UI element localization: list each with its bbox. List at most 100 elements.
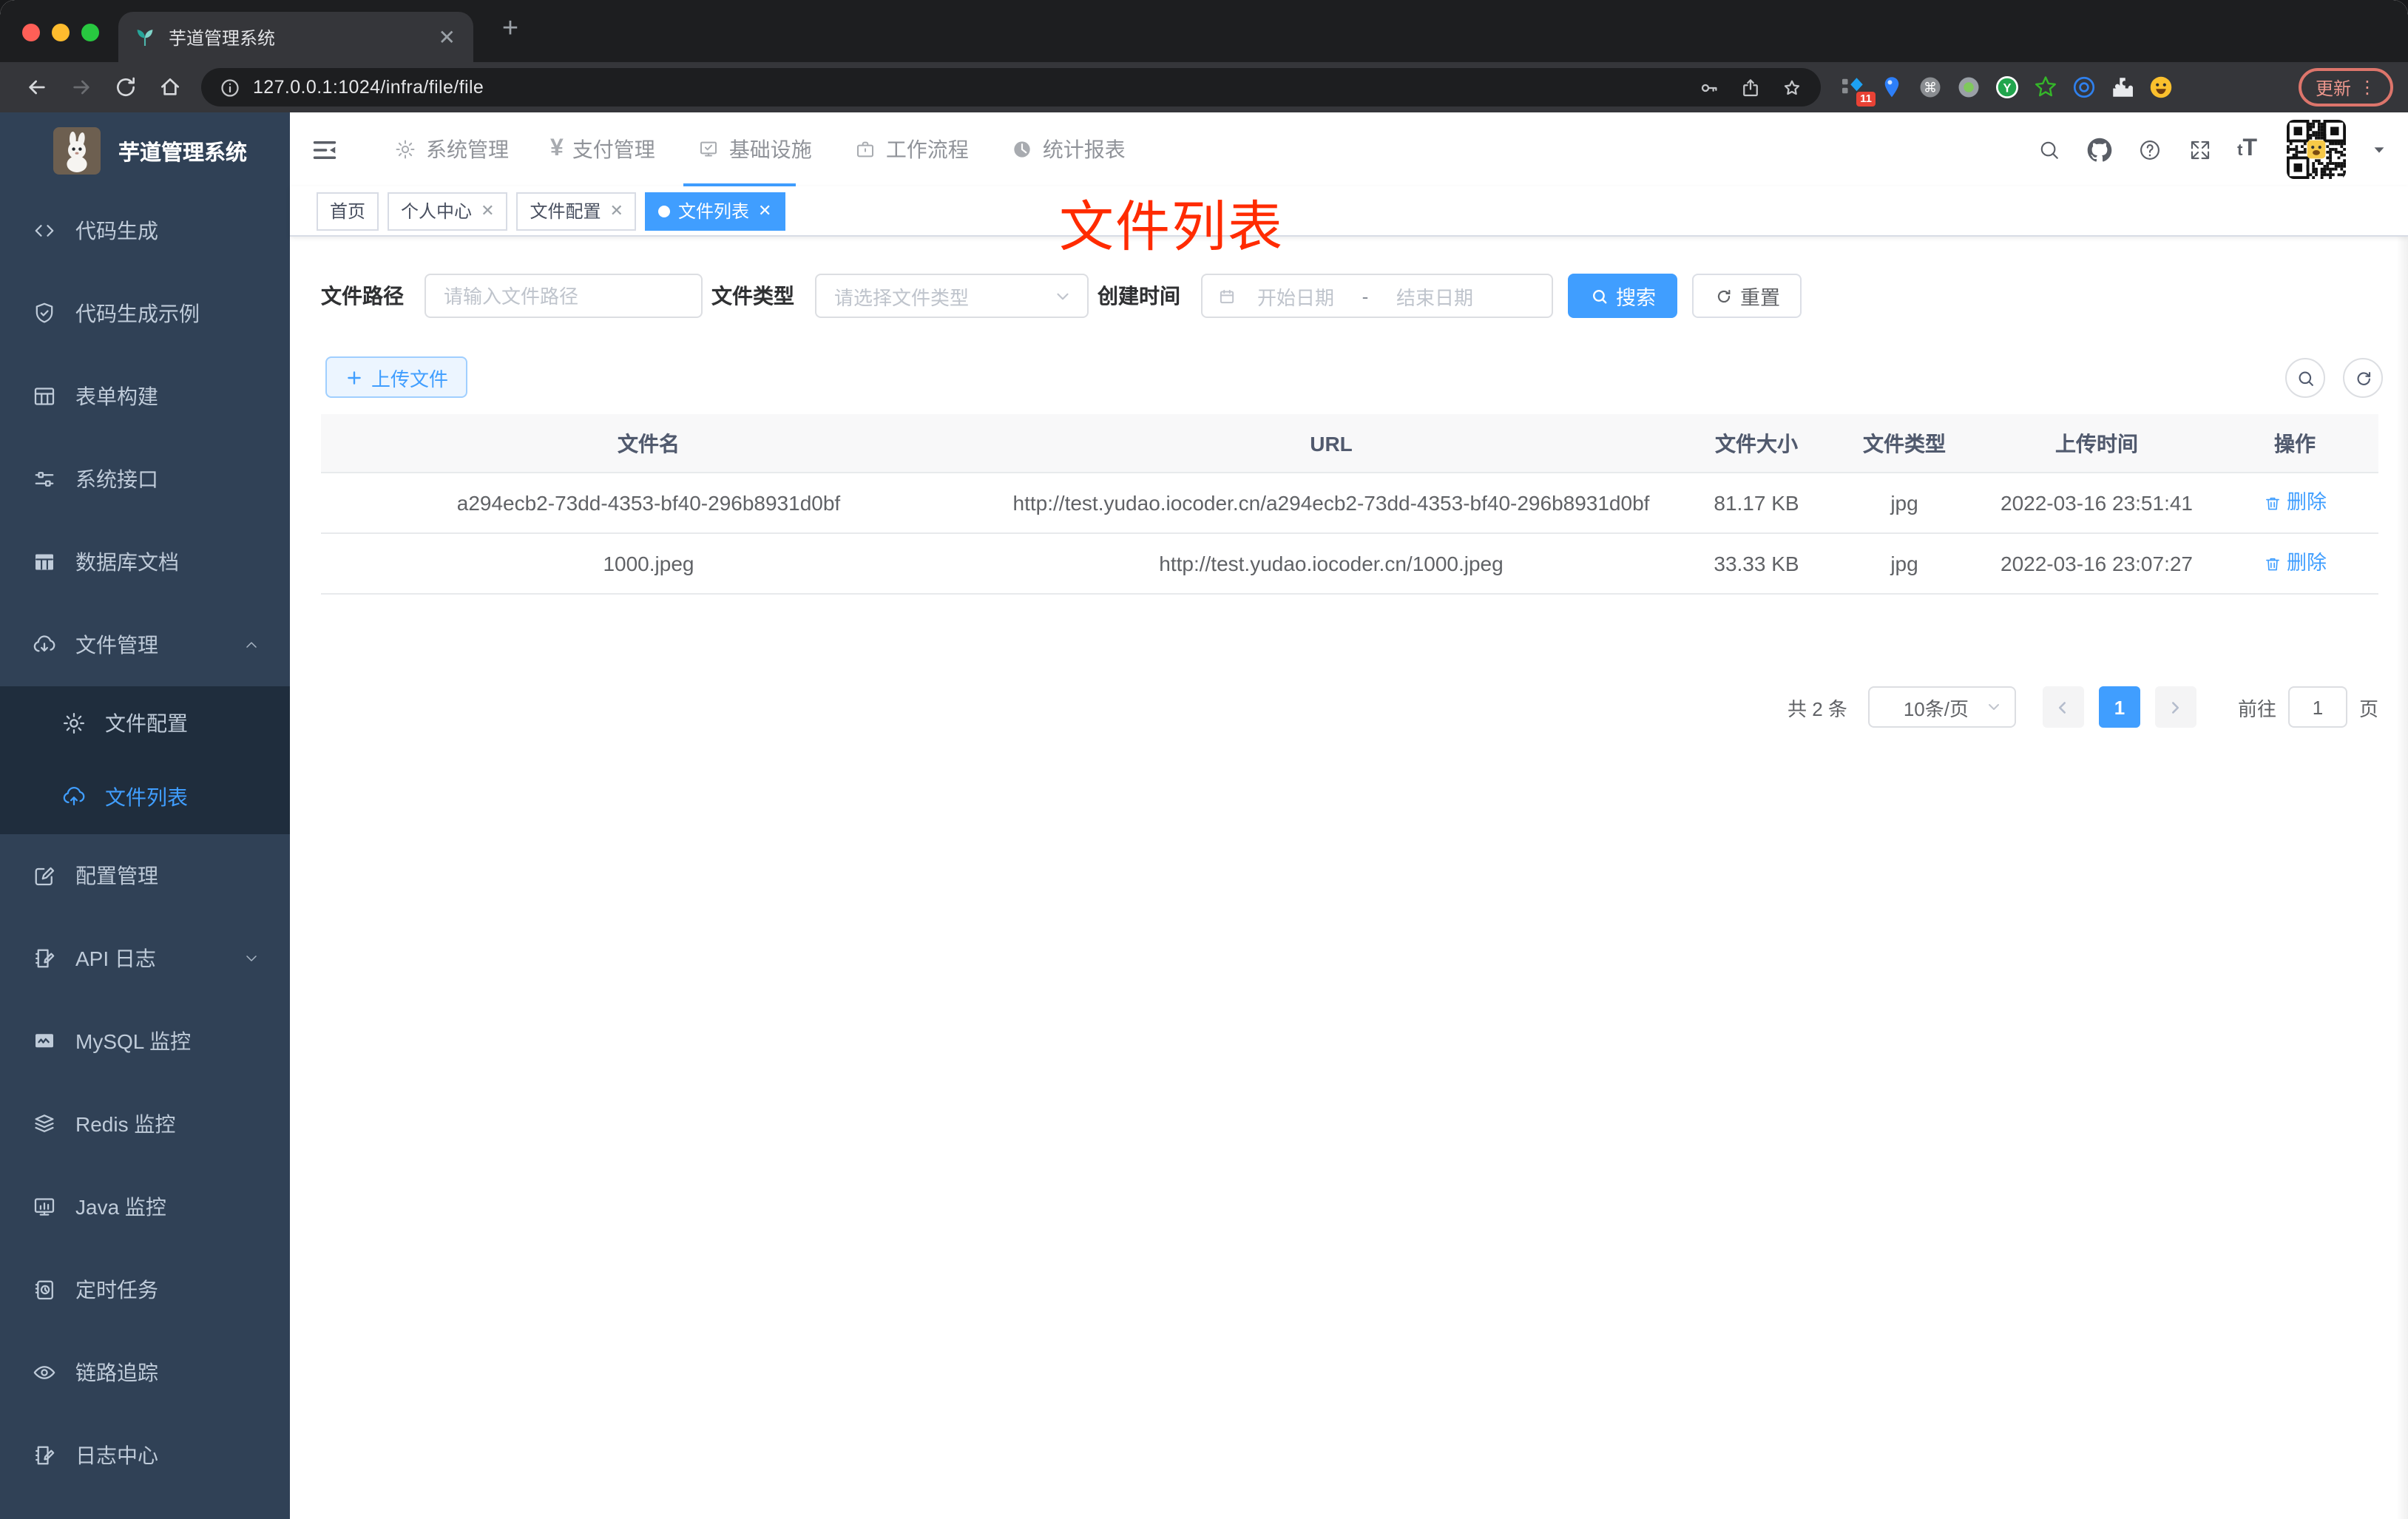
file-path-input[interactable] (425, 274, 703, 318)
emoji-extension[interactable] (2148, 74, 2174, 101)
file-type-placeholder: 请选择文件类型 (834, 286, 970, 308)
reload-icon[interactable] (104, 67, 148, 108)
tab-close-icon[interactable]: ✕ (481, 201, 494, 220)
code-icon (31, 217, 58, 244)
file-table: 文件名 URL 文件大小 文件类型 上传时间 操作 a294ecb2-73dd-4353-… (321, 414, 2378, 595)
delete-button[interactable]: 删除 (2263, 487, 2327, 519)
sidebar-item-MySQL 监控[interactable]: MySQL 监控 (0, 1000, 290, 1083)
forward-icon[interactable] (59, 67, 104, 108)
search-icon[interactable] (2036, 137, 2061, 162)
font-size-icon[interactable]: tT (2237, 136, 2257, 163)
sidebar-item-API 日志[interactable]: API 日志 (0, 917, 290, 1000)
tab-文件列表[interactable]: 文件列表 ✕ (645, 192, 785, 230)
github-icon[interactable] (2086, 137, 2111, 162)
refresh-icon (2356, 371, 2370, 385)
monitor-line-icon (31, 1028, 58, 1055)
green-star-extension[interactable] (2032, 74, 2059, 101)
reset-button[interactable]: 重置 (1692, 274, 1802, 318)
info-icon[interactable] (219, 76, 241, 98)
table-row: 1000.jpeg http://test.yudao.iocoder.cn/10… (321, 534, 2378, 595)
sidebar-item-链路追踪[interactable]: 链路追踪 (0, 1331, 290, 1414)
cell-file-name: 1000.jpeg (603, 552, 694, 575)
new-tab-button[interactable]: + (491, 10, 530, 49)
back-icon[interactable] (15, 67, 59, 108)
prev-page-button[interactable] (2042, 686, 2084, 728)
sidebar-toggle-icon[interactable] (311, 135, 339, 163)
caret-down-icon[interactable] (2371, 141, 2387, 158)
monitor-bar-icon (31, 1194, 58, 1220)
tab-close-icon[interactable]: ✕ (610, 201, 623, 220)
sidebar-item-代码生成示例[interactable]: 代码生成示例 (0, 272, 290, 355)
search-icon (2298, 371, 2313, 385)
blue-diamond-extension[interactable]: 11 (1840, 74, 1876, 106)
sidebar-item-label: 文件配置 (105, 711, 188, 735)
command-extension[interactable]: ⌘ (1917, 74, 1944, 101)
page-goto-input[interactable] (2287, 686, 2347, 728)
blue-eye-extension[interactable] (2071, 74, 2097, 101)
sidebar-item-数据库文档[interactable]: 数据库文档 (0, 521, 290, 603)
page-size-select[interactable]: 10条/页 (1867, 686, 2016, 728)
date-range-picker[interactable]: 开始日期 - 结束日期 (1201, 274, 1553, 318)
tab-close-icon[interactable]: ✕ (758, 201, 771, 220)
browser-tab[interactable]: 芋道管理系统 ✕ (118, 12, 473, 62)
page-number-button[interactable]: 1 (2098, 686, 2140, 728)
browser-toolbar: 127.0.0.1:1024/infra/file/file 11 ⌘ Y 更新 ⋮ (0, 62, 2408, 112)
page-unit-label: 页 (2358, 697, 2378, 720)
tab-close-icon[interactable]: ✕ (436, 24, 459, 50)
cell-upload-time: 2022-03-16 23:51:41 (2001, 491, 2193, 515)
toggle-search-button[interactable] (2285, 358, 2325, 398)
bookmark-star-icon[interactable] (1781, 76, 1803, 98)
top-menu-item-支付管理[interactable]: ¥ 支付管理 (530, 112, 676, 186)
sidebar-item-文件管理[interactable]: 文件管理 (0, 603, 290, 686)
file-type-select[interactable]: 请选择文件类型 (815, 274, 1089, 318)
sidebar-item-Redis 监控[interactable]: Redis 监控 (0, 1083, 290, 1166)
search-button[interactable]: 搜索 (1568, 274, 1677, 318)
address-bar[interactable]: 127.0.0.1:1024/infra/file/file (201, 68, 1821, 106)
help-icon[interactable] (2137, 137, 2162, 162)
sidebar-item-label: 系统接口 (75, 467, 158, 491)
refresh-table-button[interactable] (2343, 358, 2383, 398)
next-page-button[interactable] (2154, 686, 2196, 728)
sidebar-item-表单构建[interactable]: 表单构建 (0, 355, 290, 438)
cell-file-size: 81.17 KB (1714, 491, 1799, 515)
sidebar-item-系统接口[interactable]: 系统接口 (0, 438, 290, 521)
share-icon[interactable] (1739, 76, 1762, 98)
delete-button[interactable]: 删除 (2263, 547, 2327, 580)
browser-update-button[interactable]: 更新 ⋮ (2299, 68, 2393, 106)
sidebar-logo[interactable]: 芋道管理系统 (0, 112, 290, 189)
sidebar-item-代码生成[interactable]: 代码生成 (0, 189, 290, 272)
cell-file-type: jpg (1890, 552, 1918, 575)
sidebar-item-定时任务[interactable]: 定时任务 (0, 1248, 290, 1331)
traffic-light-zoom[interactable] (81, 24, 99, 41)
tab-文件配置[interactable]: 文件配置 ✕ (516, 192, 637, 230)
traffic-light-minimize[interactable] (52, 24, 70, 41)
top-menu-item-工作流程[interactable]: 工作流程 (833, 112, 990, 186)
top-menu-label: 支付管理 (572, 138, 655, 161)
top-menu-item-基础设施[interactable]: 基础设施 (676, 112, 833, 186)
puzzle-extension[interactable] (2109, 74, 2136, 101)
sidebar-item-日志中心[interactable]: 日志中心 (0, 1414, 290, 1497)
home-icon[interactable] (148, 67, 192, 108)
top-menu-item-系统管理[interactable]: 系统管理 (373, 112, 530, 186)
fullscreen-icon[interactable] (2187, 137, 2212, 162)
trash-icon (2263, 493, 2282, 512)
tab-个人中心[interactable]: 个人中心 ✕ (388, 192, 508, 230)
trash-icon (2263, 554, 2282, 573)
sidebar-item-文件列表[interactable]: 文件列表 (0, 760, 290, 834)
gray-dot-extension[interactable] (1955, 74, 1982, 101)
sidebar-item-Java 监控[interactable]: Java 监控 (0, 1166, 290, 1248)
blue-pin-extension[interactable] (1878, 74, 1905, 101)
traffic-light-close[interactable] (22, 24, 40, 41)
upload-file-button[interactable]: 上传文件 (325, 356, 467, 398)
create-time-label: 创建时间 (1098, 284, 1180, 308)
key-icon[interactable] (1698, 76, 1720, 98)
browser-tab-strip: 芋道管理系统 ✕ + (0, 0, 2408, 62)
column-header-文件名: 文件名 (618, 431, 680, 455)
gear-icon (393, 138, 417, 161)
qr-code-avatar[interactable] (2287, 120, 2346, 179)
top-menu-item-统计报表[interactable]: 统计报表 (990, 112, 1146, 186)
sidebar-item-文件配置[interactable]: 文件配置 (0, 686, 290, 760)
green-y-extension[interactable]: Y (1994, 74, 2020, 101)
sidebar-item-配置管理[interactable]: 配置管理 (0, 834, 290, 917)
tab-首页[interactable]: 首页 (317, 192, 379, 230)
